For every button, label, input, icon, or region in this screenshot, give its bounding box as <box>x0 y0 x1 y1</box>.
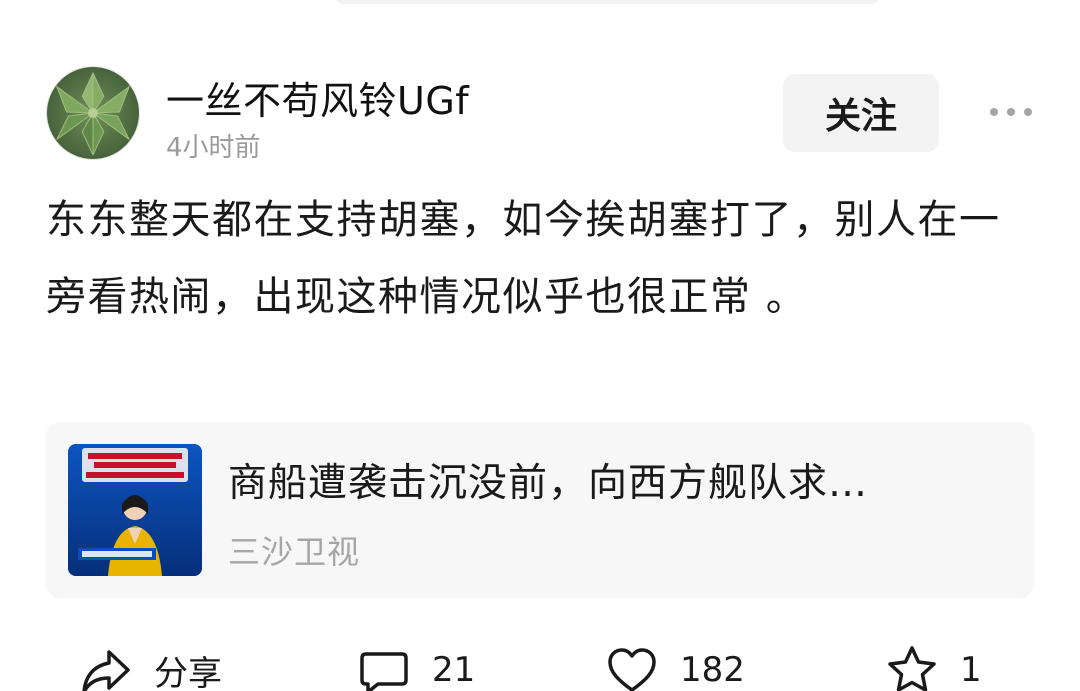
heart-icon <box>608 648 656 691</box>
article-title: 商船遭袭击沉没前，向西方舰队求… <box>228 461 869 506</box>
star-icon <box>888 646 936 691</box>
favorite-count: 1 <box>960 650 982 690</box>
dot <box>1007 108 1015 116</box>
post-time: 4小时前 <box>166 133 261 163</box>
linked-article-card[interactable]: 商船遭袭击沉没前，向西方舰队求… 三沙卫视 <box>46 422 1034 598</box>
author-name[interactable]: 一丝不苟风铃UGf <box>166 70 469 125</box>
comment-count: 21 <box>432 650 476 690</box>
dot <box>990 108 998 116</box>
author-avatar[interactable] <box>46 66 140 160</box>
more-dots-icon[interactable] <box>990 96 1032 128</box>
favorite-button[interactable]: 1 <box>884 640 982 691</box>
post-page: 一丝不苟风铃UGf 4小时前 关注 东东整天都在支持胡塞，如今挨胡塞打了，别人在… <box>0 0 1080 691</box>
share-label: 分享 <box>154 653 222 691</box>
comment-icon <box>360 652 408 691</box>
dot <box>1024 108 1032 116</box>
like-count: 182 <box>680 650 745 690</box>
succulent-avatar-image <box>47 67 139 159</box>
comment-button[interactable]: 21 <box>356 640 475 691</box>
article-thumbnail <box>68 444 202 576</box>
like-button[interactable]: 182 <box>604 640 745 691</box>
share-button[interactable]: 分享 <box>78 640 222 691</box>
share-icon <box>82 650 130 691</box>
top-handle-bar <box>335 0 880 4</box>
news-anchor-thumbnail-image <box>68 444 202 576</box>
post-body-text: 东东整天都在支持胡塞，如今挨胡塞打了，别人在一旁看热闹，出现这种情况似乎也很正常… <box>46 197 1001 320</box>
article-source: 三沙卫视 <box>228 533 361 571</box>
follow-button[interactable]: 关注 <box>783 74 939 152</box>
